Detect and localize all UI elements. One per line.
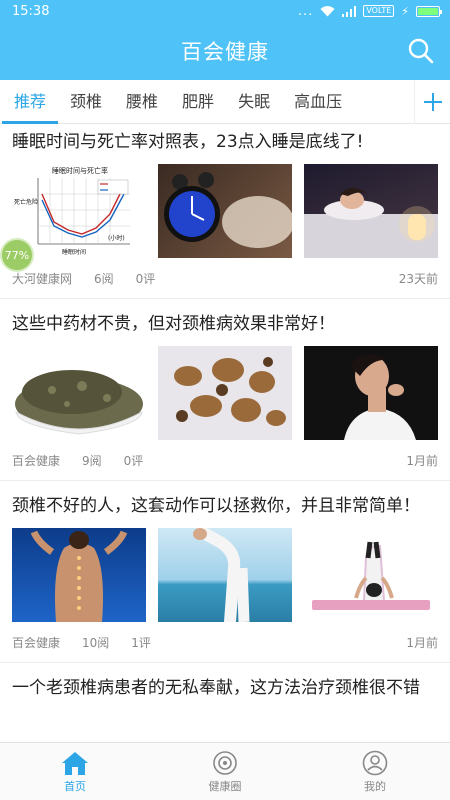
chart-thumb-title: 睡眠时间与死亡率 bbox=[52, 166, 108, 175]
tab-recommend[interactable]: 推荐 bbox=[2, 80, 59, 124]
page-title: 百会健康 bbox=[181, 40, 269, 64]
nav-home-label: 首页 bbox=[64, 779, 86, 793]
nav-home[interactable]: 首页 bbox=[0, 743, 150, 800]
plus-icon bbox=[423, 92, 442, 111]
progress-badge[interactable]: 77% bbox=[0, 238, 34, 272]
article-time: 1月前 bbox=[406, 453, 438, 468]
tab-cervical[interactable]: 颈椎 bbox=[58, 80, 114, 124]
wifi-icon bbox=[320, 5, 335, 16]
article-thumbnails bbox=[12, 528, 438, 622]
tab-hypertension[interactable]: 高血压 bbox=[282, 80, 354, 124]
article-comments: 0评 bbox=[135, 271, 156, 286]
home-icon bbox=[62, 751, 88, 775]
beach-stretch-thumbnail bbox=[158, 528, 292, 622]
article-title: 睡眠时间与死亡率对照表，23点入睡是底线了! bbox=[12, 132, 364, 152]
status-bar: 15:38 ... VOLTE ⚡ bbox=[0, 0, 450, 22]
article-title: 这些中药材不贵，但对颈椎病效果非常好！ bbox=[12, 314, 335, 334]
article-comments: 0评 bbox=[123, 453, 144, 468]
article-title: 一个老颈椎病患者的无私奉献，这方法治疗颈椎很不错 bbox=[12, 678, 420, 698]
user-icon bbox=[362, 750, 388, 775]
article-reads: 9阅 bbox=[82, 453, 102, 468]
category-tabs: 推荐 颈椎 腰椎 肥胖 失眠 高血压 bbox=[0, 79, 450, 124]
article-reads: 10阅 bbox=[82, 635, 110, 650]
article-reads: 6阅 bbox=[94, 271, 114, 286]
tab-obesity[interactable]: 肥胖 bbox=[170, 80, 226, 124]
tab-insomnia[interactable]: 失眠 bbox=[226, 80, 282, 124]
article-feed[interactable]: 睡眠时间与死亡率对照表，23点入睡是底线了! 睡眠时间与死亡率 死亡危险 (小时… bbox=[0, 124, 450, 742]
charging-icon: ⚡ bbox=[401, 4, 409, 18]
article-comments: 1评 bbox=[131, 635, 151, 650]
volte-badge: VOLTE bbox=[363, 5, 395, 17]
nav-health-circle[interactable]: 健康圈 bbox=[150, 743, 300, 800]
search-icon[interactable] bbox=[406, 36, 436, 66]
article-source: 百会健康 bbox=[12, 635, 61, 650]
article-time: 23天前 bbox=[398, 271, 438, 286]
article-card[interactable]: 一个老颈椎病患者的无私奉献，这方法治疗颈椎很不错 bbox=[0, 663, 450, 702]
article-source: 百会健康 bbox=[12, 453, 61, 468]
article-card[interactable]: 睡眠时间与死亡率对照表，23点入睡是底线了! 睡眠时间与死亡率 死亡危险 (小时… bbox=[0, 124, 450, 299]
chart-thumb-unit: (小时) bbox=[108, 234, 125, 242]
article-time: 1月前 bbox=[406, 635, 438, 650]
article-meta: 大河健康网 6阅 0评 23天前 bbox=[12, 258, 438, 298]
status-time: 15:38 bbox=[12, 3, 50, 19]
chart-thumb-ylabel: 死亡危险 bbox=[14, 198, 38, 206]
alarm-clock-thumbnail bbox=[158, 164, 292, 258]
neck-pain-thumbnail bbox=[304, 346, 438, 440]
dried-root-thumbnail bbox=[158, 346, 292, 440]
sleeping-woman-thumbnail bbox=[304, 164, 438, 258]
herb-bowl-thumbnail bbox=[12, 346, 146, 440]
article-meta: 百会健康 10阅 1评 1月前 bbox=[12, 622, 438, 662]
yoga-pose-thumbnail bbox=[304, 528, 438, 622]
status-icons: ... VOLTE ⚡ bbox=[297, 3, 442, 19]
sleep-chart-thumbnail: 睡眠时间与死亡率 死亡危险 (小时) 睡眠时间 bbox=[12, 164, 146, 258]
chart-thumb-xlabel: 睡眠时间 bbox=[62, 248, 86, 256]
spine-thumbnail bbox=[12, 528, 146, 622]
circle-icon bbox=[213, 750, 237, 775]
article-source: 大河健康网 bbox=[12, 271, 73, 286]
add-tab-button[interactable] bbox=[414, 79, 450, 124]
article-thumbnails: 睡眠时间与死亡率 死亡危险 (小时) 睡眠时间 bbox=[12, 164, 438, 258]
tab-lumbar[interactable]: 腰椎 bbox=[114, 80, 170, 124]
nav-mine-label: 我的 bbox=[364, 779, 386, 793]
nav-health-circle-label: 健康圈 bbox=[208, 779, 242, 793]
article-title: 颈椎不好的人，这套动作可以拯救你，并且非常简单！ bbox=[12, 496, 420, 516]
notification-dots: ... bbox=[297, 3, 314, 19]
bottom-nav: 首页 健康圈 我的 bbox=[0, 742, 450, 800]
app-header: 百会健康 bbox=[0, 22, 450, 80]
nav-mine[interactable]: 我的 bbox=[300, 743, 450, 800]
battery-icon bbox=[416, 5, 442, 17]
article-meta: 百会健康 9阅 0评 1月前 bbox=[12, 440, 438, 480]
top-bar: 15:38 ... VOLTE ⚡ 百会健康 bbox=[0, 0, 450, 80]
article-thumbnails bbox=[12, 346, 438, 440]
signal-icon bbox=[342, 5, 357, 17]
article-card[interactable]: 颈椎不好的人，这套动作可以拯救你，并且非常简单！ 百会健康 10阅 1评 1月前 bbox=[0, 481, 450, 663]
article-card[interactable]: 这些中药材不贵，但对颈椎病效果非常好！ 百会健康 9阅 0评 1月前 bbox=[0, 299, 450, 481]
